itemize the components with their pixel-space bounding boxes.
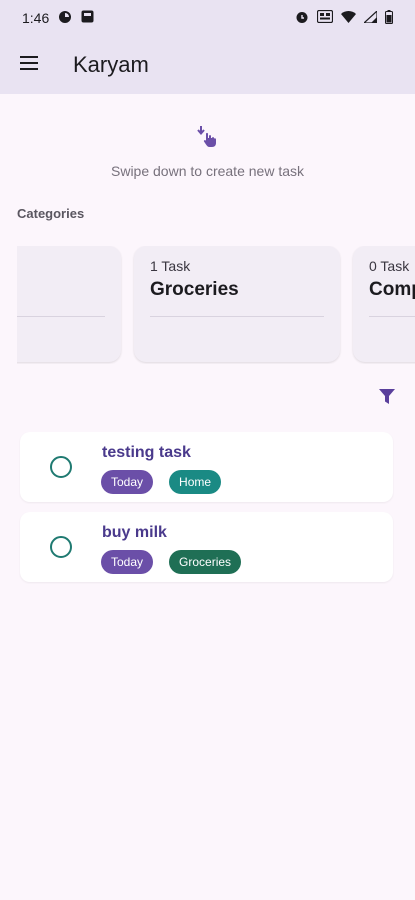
category-divider bbox=[17, 316, 105, 317]
menu-button[interactable] bbox=[0, 36, 58, 94]
app-title: Karyam bbox=[73, 52, 149, 77]
task-card[interactable]: testing task Today Home bbox=[20, 432, 393, 502]
category-card-comp[interactable]: 0 Task Comp bbox=[353, 246, 415, 362]
task-chips: Today Home bbox=[101, 470, 222, 494]
task-chips: Today Groceries bbox=[101, 550, 242, 574]
filter-button[interactable] bbox=[376, 388, 398, 410]
category-card[interactable] bbox=[17, 246, 121, 362]
categories-label: Categories bbox=[17, 206, 85, 221]
category-task-count: 1 Task bbox=[150, 258, 191, 274]
category-name: Comp bbox=[369, 279, 415, 300]
app-bar: Karyam bbox=[0, 36, 415, 94]
swipe-hint-text: Swipe down to create new task bbox=[111, 163, 304, 179]
task-title: buy milk bbox=[102, 524, 167, 541]
category-chip: Groceries bbox=[169, 550, 242, 574]
categories-carousel[interactable]: 1 Task Groceries 0 Task Comp bbox=[17, 246, 415, 364]
battery-icon bbox=[384, 9, 394, 27]
category-divider bbox=[150, 316, 324, 317]
swipe-hint: Swipe down to create new task bbox=[0, 124, 415, 179]
top-area: 1:46 Karyam bbox=[0, 0, 415, 94]
cellular-signal-icon bbox=[362, 9, 378, 26]
wifi-icon bbox=[341, 10, 356, 26]
category-divider bbox=[369, 316, 415, 317]
hamburger-menu-icon bbox=[19, 55, 39, 75]
nfc-icon bbox=[316, 9, 334, 26]
data-saver-icon bbox=[58, 10, 72, 27]
status-time: 1:46 bbox=[22, 10, 50, 26]
task-complete-checkbox[interactable] bbox=[50, 456, 72, 478]
swipe-down-gesture-icon bbox=[196, 124, 220, 153]
task-card[interactable]: buy milk Today Groceries bbox=[20, 512, 393, 582]
task-title: testing task bbox=[102, 444, 191, 461]
filter-icon bbox=[379, 388, 395, 410]
gallery-icon bbox=[81, 10, 94, 26]
due-date-chip: Today bbox=[101, 550, 154, 574]
category-card-groceries[interactable]: 1 Task Groceries bbox=[134, 246, 340, 362]
category-chip: Home bbox=[169, 470, 222, 494]
alarm-icon bbox=[295, 10, 309, 27]
due-date-chip: Today bbox=[101, 470, 154, 494]
task-complete-checkbox[interactable] bbox=[50, 536, 72, 558]
category-task-count: 0 Task bbox=[369, 258, 410, 274]
category-name: Groceries bbox=[150, 279, 239, 300]
status-bar: 1:46 bbox=[0, 0, 415, 36]
